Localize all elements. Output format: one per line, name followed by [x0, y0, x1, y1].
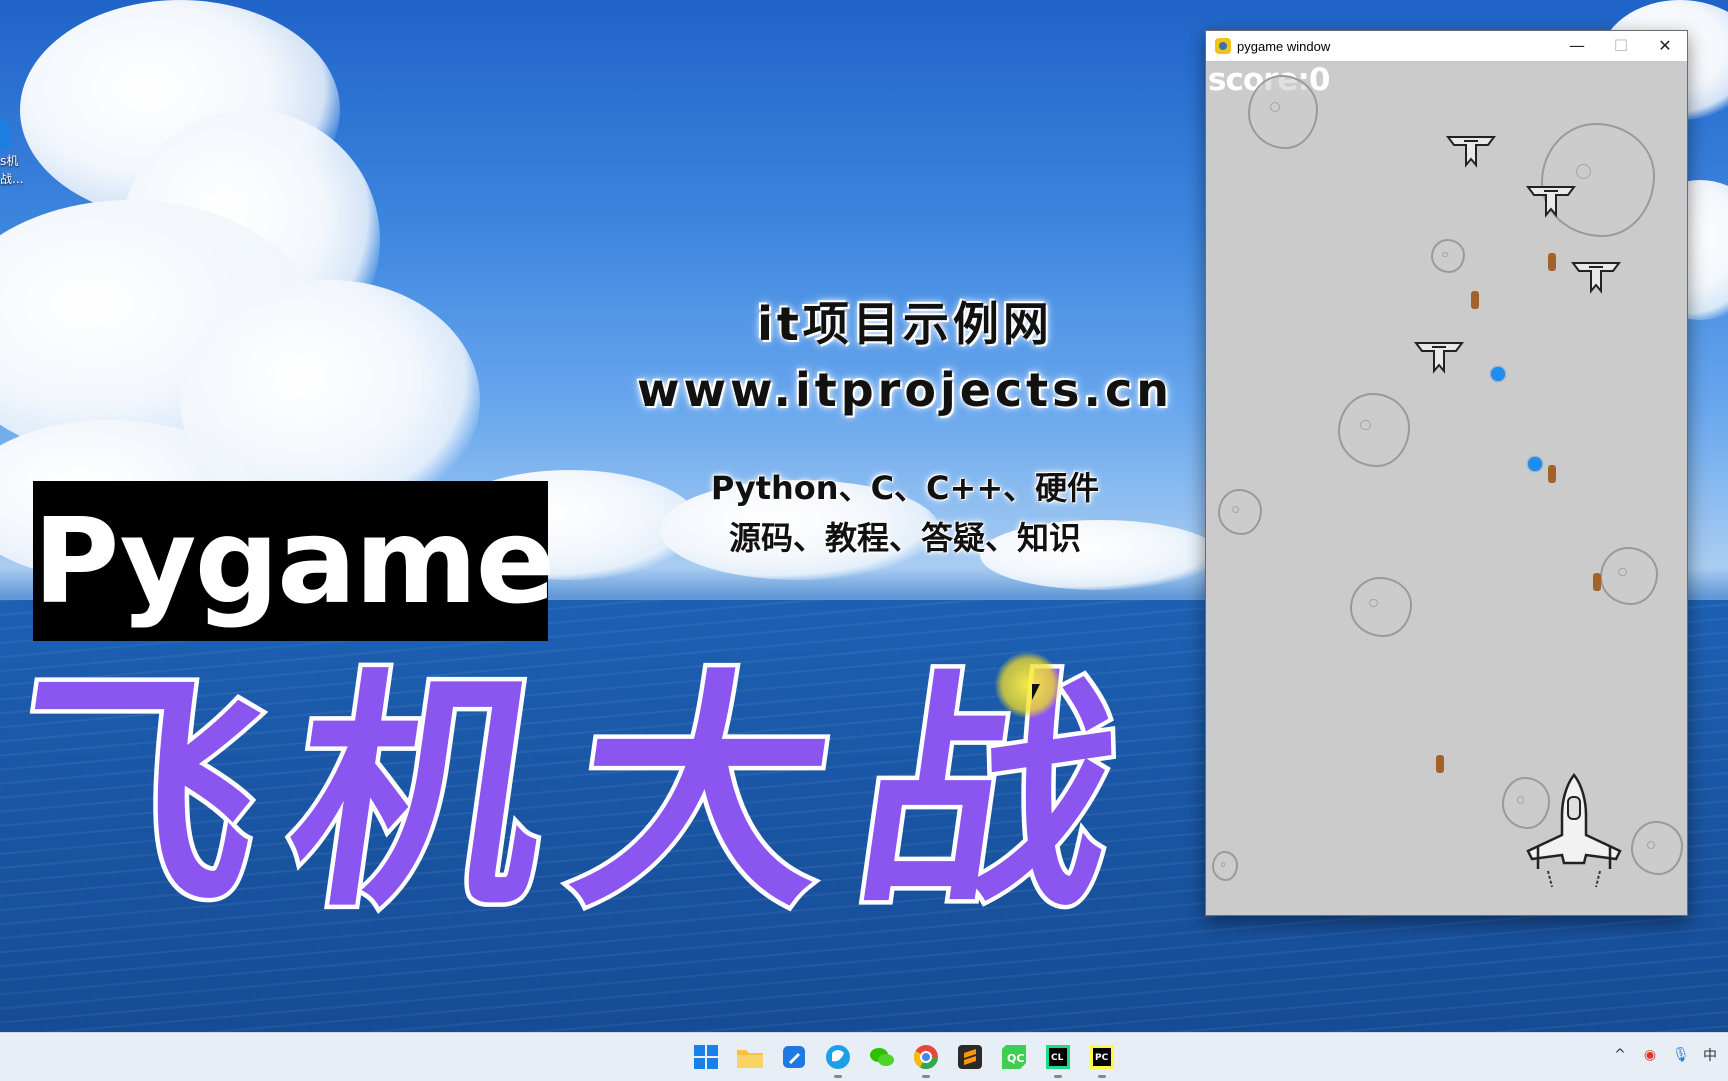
sublime-text-icon[interactable]	[954, 1041, 986, 1073]
enemy-plane-icon	[1414, 342, 1464, 374]
tagline-languages: Python、C、C++、硬件	[710, 469, 1100, 507]
svg-text:QC: QC	[1007, 1052, 1024, 1065]
chrome-icon[interactable]	[910, 1041, 942, 1078]
asteroid	[1431, 239, 1465, 273]
shortcut-label-1: s机	[0, 154, 19, 168]
microphone-icon[interactable]: 🎙	[1672, 1047, 1690, 1063]
enemy-bullet	[1548, 253, 1556, 271]
svg-text:CL: CL	[1051, 1053, 1064, 1063]
wechat-icon[interactable]	[866, 1041, 898, 1073]
asteroid	[1248, 75, 1318, 149]
pygame-window[interactable]: pygame window — ☐ ✕ score:0	[1205, 30, 1688, 916]
window-title: pygame window	[1237, 38, 1331, 54]
enemy-bullet	[1436, 755, 1444, 773]
pycharm-icon[interactable]: PC	[1086, 1041, 1118, 1078]
blue-orb	[1491, 367, 1505, 381]
enemy-plane-icon	[1526, 186, 1576, 218]
notes-app-icon[interactable]	[778, 1041, 810, 1073]
ime-indicator[interactable]: 中	[1702, 1045, 1718, 1065]
clion-icon[interactable]: CL	[1042, 1041, 1074, 1078]
asteroid	[1338, 393, 1410, 467]
svg-text:PC: PC	[1095, 1053, 1109, 1063]
tray-chevron-icon[interactable]: ^	[1612, 1047, 1628, 1063]
minimize-button[interactable]: —	[1555, 31, 1599, 61]
qt-creator-icon[interactable]: QC	[998, 1041, 1030, 1073]
window-titlebar[interactable]: pygame window — ☐ ✕	[1206, 31, 1687, 61]
python-icon	[1215, 38, 1231, 54]
site-name: it项目示例网	[757, 297, 1053, 351]
asteroid	[1600, 547, 1658, 605]
asteroid	[1350, 577, 1412, 637]
pygame-badge: Pygame	[33, 481, 556, 641]
record-icon[interactable]: ◉	[1642, 1047, 1658, 1063]
windows-start-icon[interactable]	[690, 1041, 722, 1073]
shortcut-icon	[0, 120, 10, 150]
taskbar: QC CL PC ^ ◉ 🎙 中	[0, 1032, 1728, 1081]
asteroid	[1631, 821, 1683, 875]
enemy-plane-icon	[1446, 136, 1496, 168]
game-canvas[interactable]: score:0	[1206, 61, 1687, 915]
cursor-highlight	[995, 652, 1061, 718]
maximize-button[interactable]: ☐	[1599, 31, 1643, 61]
asteroid	[1218, 489, 1262, 535]
enemy-plane-icon	[1571, 262, 1621, 294]
tagline-topics: 源码、教程、答疑、知识	[728, 519, 1081, 557]
site-url: www.itprojects.cn	[636, 363, 1174, 417]
file-explorer-icon[interactable]	[734, 1041, 766, 1073]
enemy-bullet	[1471, 291, 1479, 309]
enemy-bullet	[1593, 573, 1601, 591]
desktop-shortcut[interactable]: s机 战...	[0, 120, 24, 190]
blue-orb	[1528, 457, 1542, 471]
player-ship-icon	[1526, 772, 1622, 888]
close-button[interactable]: ✕	[1643, 31, 1687, 61]
asteroid	[1212, 851, 1238, 881]
browser-icon[interactable]	[822, 1041, 854, 1078]
enemy-bullet	[1548, 465, 1556, 483]
mouse-cursor-icon	[1032, 684, 1040, 700]
shortcut-label-2: 战...	[0, 172, 24, 186]
